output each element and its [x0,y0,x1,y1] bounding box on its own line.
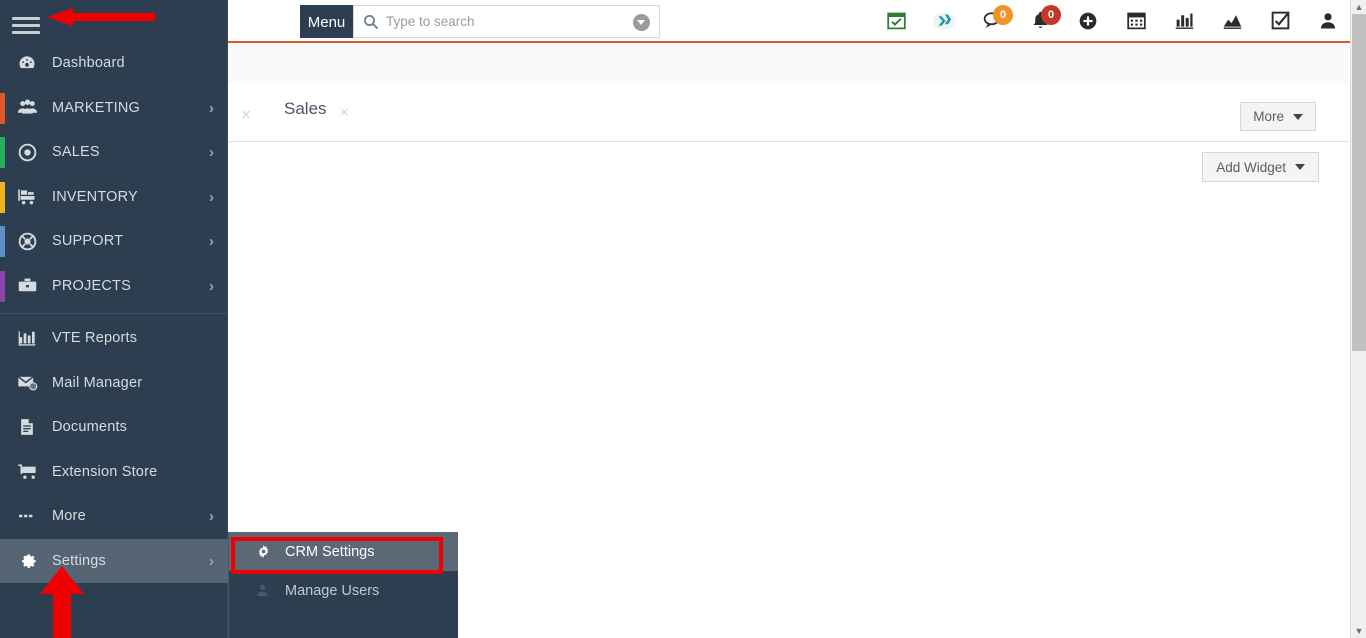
sidebar-label: SUPPORT [52,233,123,249]
sidebar-item-documents[interactable]: Documents [0,405,228,450]
chevron-right-icon: › [209,553,214,570]
sidebar-label: Dashboard [52,55,125,71]
tab-sales-close-icon[interactable]: × [340,104,349,121]
people-group-icon [12,97,42,118]
hamburger-menu-icon[interactable] [10,10,42,34]
user-profile-icon[interactable] [1316,9,1340,33]
sidebar-label: MARKETING [52,100,140,116]
submenu-item-crm-settings[interactable]: CRM Settings [229,532,458,571]
add-widget-button[interactable]: Add Widget [1202,152,1319,182]
dashboard-gauge-icon [12,53,42,73]
search-icon [363,14,379,30]
chevron-right-icon: › [209,508,214,525]
global-search [353,5,660,38]
tab-sales[interactable]: Sales [284,99,327,119]
top-icon-tray: 0 0 [884,0,1340,41]
chevron-down-circle-icon[interactable] [633,14,650,31]
sidebar-item-inventory[interactable]: INVENTORY › [0,175,228,220]
sidebar-label: Mail Manager [52,375,142,391]
chevron-down-icon [1295,164,1305,170]
sidebar-item-support[interactable]: SUPPORT › [0,219,228,264]
calendar-icon[interactable] [1124,9,1148,33]
sidebar-item-more[interactable]: More › [0,494,228,539]
left-sidebar: Dashboard MARKETING › [0,0,228,638]
sidebar-label: SALES [52,144,100,160]
accent-bar [0,137,5,168]
chat-icon[interactable]: 0 [980,9,1004,33]
sidebar-item-extension-store[interactable]: Extension Store [0,450,228,495]
application-window: × Sales × More Add Widget Menu [0,0,1366,638]
accent-bar [0,271,5,302]
chevron-right-icon: › [209,100,214,117]
submenu-item-manage-users[interactable]: Manage Users [229,571,458,610]
sidebar-item-vte-reports[interactable]: VTE Reports [0,316,228,361]
page-scrollbar[interactable]: ▲ ▼ [1350,0,1366,638]
scroll-down-arrow-icon[interactable]: ▼ [1351,624,1366,638]
target-circle-icon [12,142,42,163]
document-icon [12,417,42,437]
accent-bar [0,182,5,213]
svg-text:@: @ [30,385,36,391]
sidebar-item-projects[interactable]: PROJECTS › [0,264,228,309]
accent-bar [0,226,5,257]
more-button-label: More [1253,109,1284,124]
sidebar-item-sales[interactable]: SALES › [0,130,228,175]
xing-logo-icon[interactable] [932,9,956,33]
sidebar-label: PROJECTS [52,278,131,294]
sidebar-secondary-list: VTE Reports @ Mail Manager [0,316,228,583]
sidebar-item-dashboard[interactable]: Dashboard [0,41,228,86]
sidebar-item-settings[interactable]: Settings › [0,539,228,584]
submenu-label: CRM Settings [285,544,374,560]
notifications-bell-icon[interactable]: 0 [1028,9,1052,33]
sidebar-label: Settings [52,553,106,569]
shopping-cart-icon [12,461,42,482]
more-button[interactable]: More [1240,102,1316,131]
sidebar-label: INVENTORY [52,189,138,205]
envelope-at-icon: @ [12,372,42,393]
gear-icon [255,543,277,560]
chevron-right-icon: › [209,189,214,206]
sidebar-label: Extension Store [52,464,157,480]
chevron-down-icon [1293,114,1303,120]
sidebar-label: VTE Reports [52,330,137,346]
lifebuoy-icon [12,231,42,252]
chevron-right-icon: › [209,233,214,250]
bar-chart-icon[interactable] [1172,9,1196,33]
todo-checkbox-icon[interactable] [1268,9,1292,33]
chevron-right-icon: › [209,144,214,161]
sidebar-primary-list: Dashboard MARKETING › [0,41,228,308]
menu-button[interactable]: Menu [300,5,353,38]
chevron-right-icon: › [209,278,214,295]
sidebar-item-mail-manager[interactable]: @ Mail Manager [0,361,228,406]
sidebar-label: Documents [52,419,127,435]
scrollbar-thumb[interactable] [1352,14,1366,351]
delivery-cart-icon [12,186,42,207]
notifications-badge: 0 [1041,5,1061,25]
scroll-up-arrow-icon[interactable]: ▲ [1351,0,1366,14]
calendar-check-icon[interactable] [884,9,908,33]
submenu-label: Manage Users [285,583,379,599]
content-top-strip [228,43,1349,84]
search-input[interactable] [386,6,626,37]
chat-badge: 0 [993,5,1013,25]
quick-create-icon[interactable] [1076,9,1100,33]
gear-icon [12,550,42,571]
user-icon [255,583,277,598]
top-navigation-bar: Menu [228,0,1366,43]
ellipsis-icon [12,506,42,526]
accent-bar [0,93,5,124]
sidebar-divider [0,313,228,314]
add-widget-label: Add Widget [1216,160,1286,175]
briefcase-icon [12,275,42,296]
area-chart-icon[interactable] [1220,9,1244,33]
bar-chart-report-icon [12,328,42,348]
sidebar-item-marketing[interactable]: MARKETING › [0,86,228,131]
sidebar-label: More [52,508,86,524]
tab-bar: × Sales × More [228,84,1349,142]
tabbar-close-left-icon[interactable]: × [241,105,251,125]
settings-submenu: CRM Settings Manage Users [228,532,458,638]
